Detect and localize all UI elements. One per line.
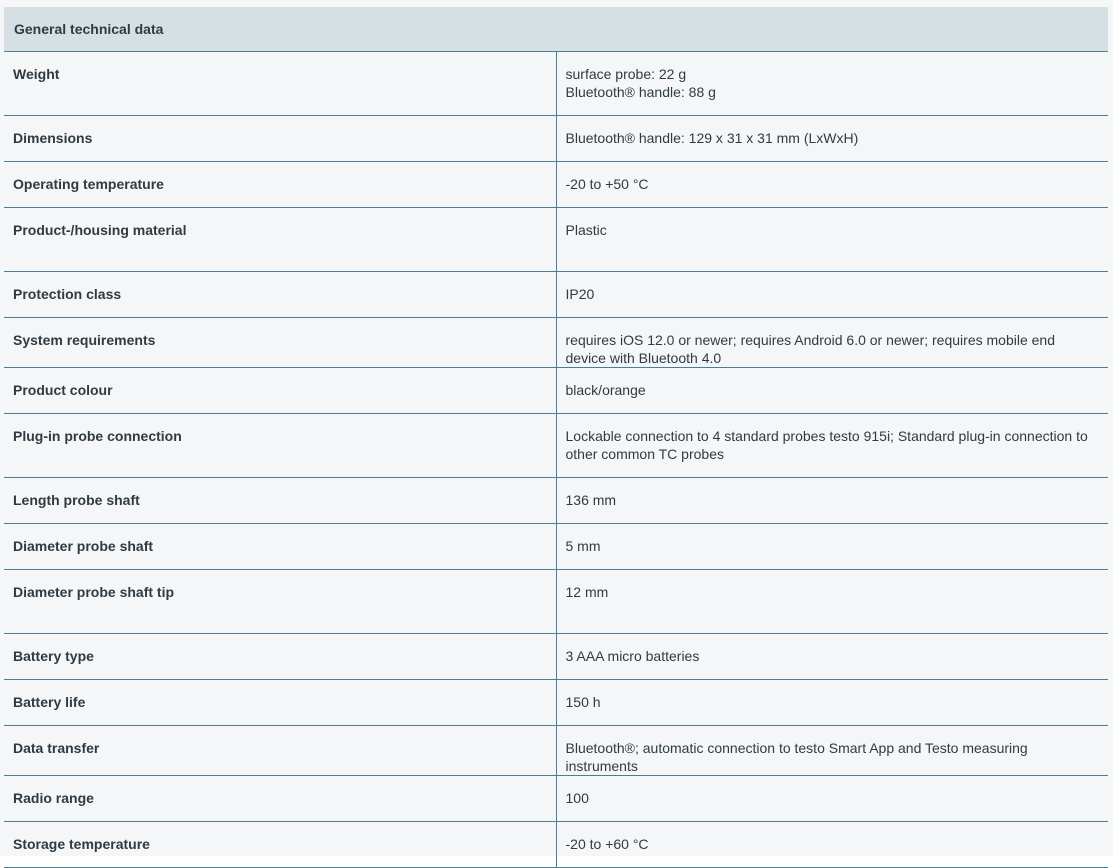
row-value-line: Bluetooth® handle: 88 g	[565, 84, 716, 100]
row-value: -20 to +60 °C	[556, 821, 1108, 868]
row-value: IP20	[556, 271, 1108, 318]
row-value: Plastic	[556, 207, 1108, 272]
row-label: Operating temperature	[4, 161, 557, 208]
row-value: Bluetooth®; automatic connection to test…	[556, 725, 1108, 776]
row-label: Product-/housing material	[4, 207, 557, 272]
row-label: Diameter probe shaft tip	[4, 569, 557, 634]
table-row: Operating temperature -20 to +50 °C	[4, 161, 1108, 208]
table-row: Dimensions Bluetooth® handle: 129 x 31 x…	[4, 115, 1108, 162]
row-value: 136 mm	[556, 477, 1108, 524]
row-value: 100	[556, 775, 1108, 822]
row-value: Lockable connection to 4 standard probes…	[556, 413, 1108, 478]
row-label: System requirements	[4, 317, 557, 368]
row-label: Product colour	[4, 367, 557, 414]
row-label: Plug-in probe connection	[4, 413, 557, 478]
table-row: Product-/housing material Plastic	[4, 207, 1108, 272]
table-row: Battery type 3 AAA micro batteries	[4, 633, 1108, 680]
row-value: requires iOS 12.0 or newer; requires And…	[556, 317, 1108, 368]
row-value: Bluetooth® handle: 129 x 31 x 31 mm (LxW…	[556, 115, 1108, 162]
row-label: Length probe shaft	[4, 477, 557, 524]
table-row: Data transfer Bluetooth®; automatic conn…	[4, 725, 1108, 776]
table-row: Plug-in probe connection Lockable connec…	[4, 413, 1108, 478]
technical-data-table: General technical data Weight surface pr…	[4, 7, 1108, 868]
row-label: Radio range	[4, 775, 557, 822]
row-label: Protection class	[4, 271, 557, 318]
row-value: 12 mm	[556, 569, 1108, 634]
row-label: Weight	[4, 51, 557, 116]
table-row: Weight surface probe: 22 g Bluetooth® ha…	[4, 51, 1108, 116]
table-row: Storage temperature -20 to +60 °C	[4, 821, 1108, 868]
table-row: Battery life 150 h	[4, 679, 1108, 726]
table-row: Radio range 100	[4, 775, 1108, 822]
row-label: Battery life	[4, 679, 557, 726]
row-label: Diameter probe shaft	[4, 523, 557, 570]
row-value: 3 AAA micro batteries	[556, 633, 1108, 680]
row-label: Data transfer	[4, 725, 557, 776]
table-row: Protection class IP20	[4, 271, 1108, 318]
table-row: Diameter probe shaft tip 12 mm	[4, 569, 1108, 634]
row-value: black/orange	[556, 367, 1108, 414]
table-row: Product colour black/orange	[4, 367, 1108, 414]
table-header-row: General technical data	[4, 7, 1108, 52]
row-value: 150 h	[556, 679, 1108, 726]
row-value: -20 to +50 °C	[556, 161, 1108, 208]
spec-panel: General technical data Weight surface pr…	[0, 0, 1113, 868]
row-label: Battery type	[4, 633, 557, 680]
row-label: Dimensions	[4, 115, 557, 162]
row-value: surface probe: 22 g Bluetooth® handle: 8…	[556, 51, 1108, 116]
row-value: 5 mm	[556, 523, 1108, 570]
row-value-line: surface probe: 22 g	[565, 66, 687, 82]
table-row: System requirements requires iOS 12.0 or…	[4, 317, 1108, 368]
row-label: Storage temperature	[4, 821, 557, 868]
table-row: Diameter probe shaft 5 mm	[4, 523, 1108, 570]
table-title: General technical data	[4, 7, 1108, 52]
table-row: Length probe shaft 136 mm	[4, 477, 1108, 524]
